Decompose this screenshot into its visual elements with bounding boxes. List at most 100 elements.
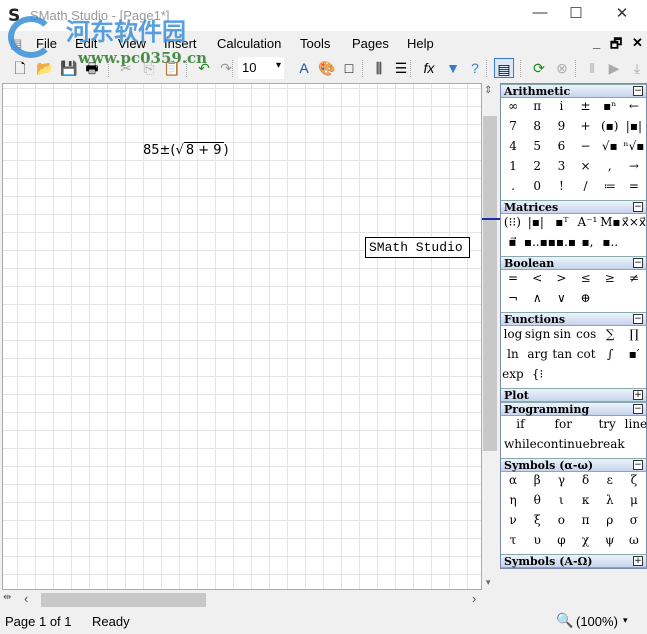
menu-insert[interactable]: Insert bbox=[164, 36, 197, 51]
undo-icon[interactable]: ↶ bbox=[194, 58, 214, 78]
expand-icon[interactable]: + bbox=[633, 390, 643, 400]
menu-tools[interactable]: Tools bbox=[300, 36, 330, 51]
panel-button[interactable]: for bbox=[537, 417, 590, 437]
panel-button[interactable]: continue bbox=[537, 437, 590, 457]
print-icon[interactable]: 🖶 bbox=[82, 58, 102, 78]
maximize-button[interactable]: ☐ bbox=[556, 4, 596, 26]
border-icon[interactable]: □ bbox=[339, 58, 359, 78]
panel-button[interactable]: 2 bbox=[525, 159, 549, 179]
horizontal-scroll-thumb[interactable] bbox=[41, 593, 206, 607]
panel-button[interactable]: cot bbox=[574, 347, 598, 367]
panel-button[interactable]: χ bbox=[573, 533, 597, 553]
panel-button[interactable]: ∏ bbox=[622, 327, 646, 347]
panel-button[interactable]: ← bbox=[622, 99, 646, 119]
panel-button[interactable]: λ bbox=[598, 493, 622, 513]
panel-button[interactable]: ∨ bbox=[549, 291, 573, 311]
help-icon[interactable]: ? bbox=[465, 58, 485, 78]
scroll-right-icon[interactable]: › bbox=[472, 591, 476, 606]
panel-header-programming[interactable]: Programming − bbox=[501, 402, 646, 416]
panel-button[interactable]: ψ bbox=[598, 533, 622, 553]
panel-button[interactable]: β bbox=[525, 473, 549, 493]
panel-button[interactable]: γ bbox=[549, 473, 573, 493]
panel-button[interactable]: 4 bbox=[501, 139, 525, 159]
background-color-icon[interactable]: 🎨 bbox=[317, 58, 337, 78]
panel-header-matrices[interactable]: Matrices − bbox=[501, 200, 646, 214]
panel-button[interactable]: → bbox=[622, 159, 646, 179]
panel-button[interactable]: ! bbox=[549, 179, 573, 199]
panel-header-plot[interactable]: Plot + bbox=[501, 388, 646, 402]
panel-button[interactable]: arg bbox=[525, 347, 550, 367]
panel-button[interactable]: / bbox=[573, 179, 597, 199]
redo-icon[interactable]: ↷ bbox=[216, 58, 236, 78]
panel-button[interactable]: − bbox=[573, 139, 597, 159]
panel-button[interactable]: i bbox=[549, 99, 573, 119]
panel-button[interactable]: π bbox=[573, 513, 597, 533]
expand-icon[interactable]: + bbox=[633, 556, 643, 566]
panel-button[interactable]: κ bbox=[573, 493, 597, 513]
panel-button[interactable]: . bbox=[501, 179, 525, 199]
panel-button[interactable]: δ bbox=[573, 473, 597, 493]
panel-header-boolean[interactable]: Boolean − bbox=[501, 256, 646, 270]
panel-button[interactable]: ¬ bbox=[501, 291, 525, 311]
scroll-left-icon[interactable]: ‹ bbox=[24, 591, 28, 606]
panel-button[interactable]: ⊕ bbox=[573, 291, 597, 311]
panel-button[interactable]: {⁝ bbox=[525, 367, 550, 387]
panel-button[interactable]: = bbox=[501, 271, 525, 291]
panel-button[interactable]: φ bbox=[549, 533, 573, 553]
panel-button[interactable]: ∫ bbox=[598, 347, 622, 367]
panel-button[interactable]: x⃗×x⃗ bbox=[622, 215, 646, 235]
collapse-icon[interactable]: − bbox=[633, 314, 643, 324]
panel-button[interactable]: log bbox=[501, 327, 525, 347]
worksheet-canvas[interactable] bbox=[2, 83, 482, 590]
menu-file[interactable]: File bbox=[36, 36, 57, 51]
panel-button[interactable]: > bbox=[549, 271, 573, 291]
horizontal-scrollbar[interactable]: ⇹ ‹ › bbox=[0, 590, 482, 608]
menu-edit[interactable]: Edit bbox=[75, 36, 97, 51]
panel-button[interactable]: ξ bbox=[525, 513, 549, 533]
zoom-level[interactable]: (100%) bbox=[576, 614, 618, 629]
menu-view[interactable]: View bbox=[118, 36, 146, 51]
panel-button[interactable]: sign bbox=[525, 327, 550, 347]
menu-pages[interactable]: Pages bbox=[352, 36, 389, 51]
panel-header-symbols[interactable]: Symbols (α-ω) − bbox=[501, 458, 646, 472]
panel-button[interactable]: σ bbox=[622, 513, 646, 533]
panel-button[interactable]: μ bbox=[622, 493, 646, 513]
cut-icon[interactable]: ✂ bbox=[116, 58, 136, 78]
collapse-icon[interactable]: − bbox=[633, 258, 643, 268]
vertical-scroll-thumb[interactable] bbox=[483, 116, 497, 451]
panel-button[interactable]: ο bbox=[549, 513, 573, 533]
panel-button[interactable]: ι bbox=[549, 493, 573, 513]
text-region[interactable]: SMath Studio bbox=[365, 237, 470, 258]
panel-button[interactable]: ⁿ√▪ bbox=[622, 139, 646, 159]
align-vertical-icon[interactable]: ☰ bbox=[391, 58, 411, 78]
panel-button[interactable]: , bbox=[598, 159, 622, 179]
math-expression[interactable]: 85±(√ 8 + 9) bbox=[143, 142, 229, 158]
minimize-button[interactable]: — bbox=[520, 4, 560, 26]
panel-button[interactable]: ≔ bbox=[598, 179, 622, 199]
step-icon[interactable]: ⤓ bbox=[627, 58, 647, 78]
mdi-restore-button[interactable]: 🗗 bbox=[610, 35, 622, 57]
split-handle-icon[interactable]: ⇕ bbox=[484, 85, 492, 96]
panel-button[interactable]: ▪..▪ bbox=[524, 235, 548, 255]
panel-button[interactable]: break bbox=[590, 437, 625, 457]
text-color-icon[interactable]: A bbox=[294, 58, 314, 78]
panel-button[interactable]: ≥ bbox=[598, 271, 622, 291]
panel-button[interactable]: ε bbox=[598, 473, 622, 493]
panel-button[interactable]: 5 bbox=[525, 139, 549, 159]
recalculate-icon[interactable]: ⟳ bbox=[529, 58, 549, 78]
panel-button[interactable]: 1 bbox=[501, 159, 525, 179]
panel-button[interactable]: ▪′ bbox=[622, 347, 646, 367]
insert-function-icon[interactable]: fx bbox=[419, 58, 439, 78]
panel-button[interactable]: 9 bbox=[549, 119, 573, 139]
panel-header-symbols[interactable]: Symbols (Α-Ω) + bbox=[501, 554, 646, 568]
panel-button[interactable]: 7 bbox=[501, 119, 525, 139]
collapse-icon[interactable]: − bbox=[633, 404, 643, 414]
stop-icon[interactable]: ⊗ bbox=[552, 58, 572, 78]
panel-button[interactable]: ρ bbox=[598, 513, 622, 533]
panel-button[interactable]: line bbox=[625, 417, 647, 437]
panel-button[interactable]: √▪ bbox=[598, 139, 622, 159]
panel-button[interactable]: ▪, bbox=[576, 235, 599, 255]
panel-button[interactable]: sin bbox=[550, 327, 574, 347]
panel-icon[interactable]: ▤ bbox=[494, 58, 514, 78]
mdi-minimize-button[interactable]: _ bbox=[593, 35, 600, 50]
